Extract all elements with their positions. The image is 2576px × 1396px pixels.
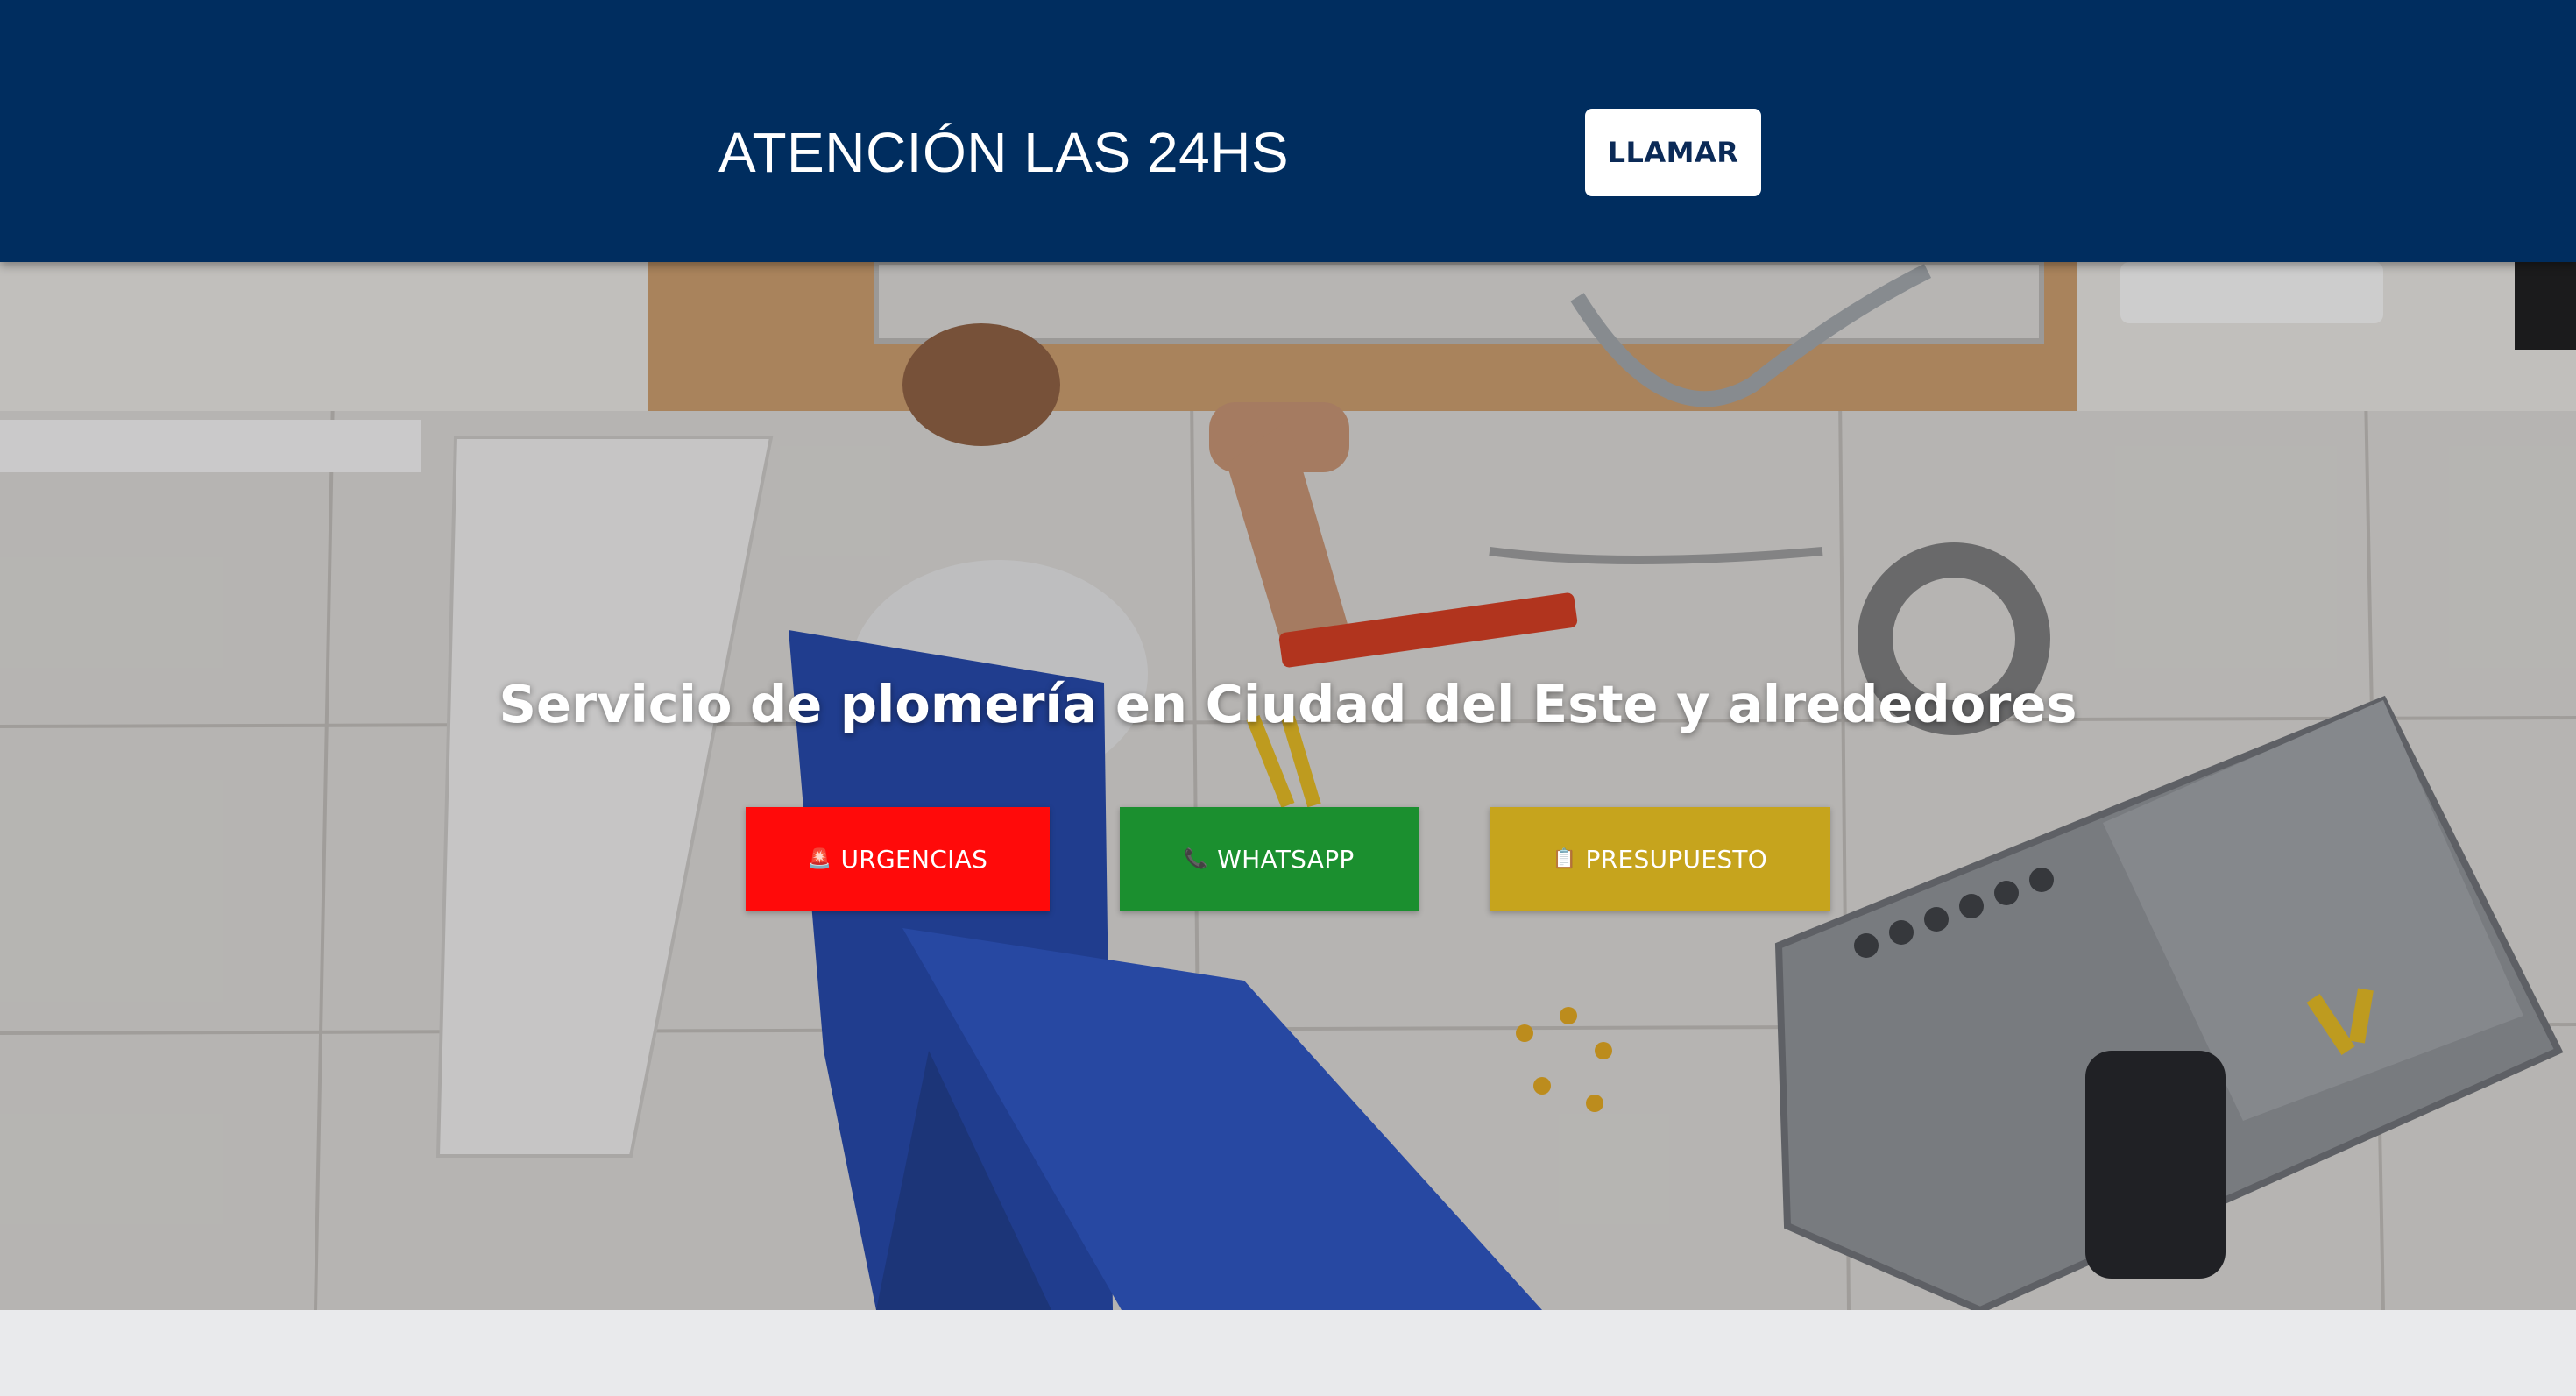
presupuesto-button[interactable]: 📋 PRESUPUESTO [1490, 807, 1830, 911]
phone-icon: 📞 [1184, 847, 1209, 870]
page-title: ATENCIÓN LAS 24HS [718, 121, 1290, 184]
next-section-background [0, 1310, 2576, 1396]
whatsapp-button[interactable]: 📞 WHATSAPP [1120, 807, 1419, 911]
top-bar: ATENCIÓN LAS 24HS LLAMAR [0, 0, 2576, 262]
presupuesto-button-label: PRESUPUESTO [1585, 845, 1768, 874]
hero-heading: Servicio de plomería en Ciudad del Este … [499, 674, 2077, 734]
urgencias-button-label: URGENCIAS [840, 845, 988, 874]
call-button[interactable]: LLAMAR [1585, 109, 1761, 196]
siren-icon: 🚨 [807, 847, 832, 870]
whatsapp-button-label: WHATSAPP [1217, 845, 1355, 874]
clipboard-icon: 📋 [1552, 847, 1577, 870]
urgencias-button[interactable]: 🚨 URGENCIAS [746, 807, 1050, 911]
hero-section: Servicio de plomería en Ciudad del Este … [0, 262, 2576, 1310]
hero-overlay [0, 262, 2576, 1310]
